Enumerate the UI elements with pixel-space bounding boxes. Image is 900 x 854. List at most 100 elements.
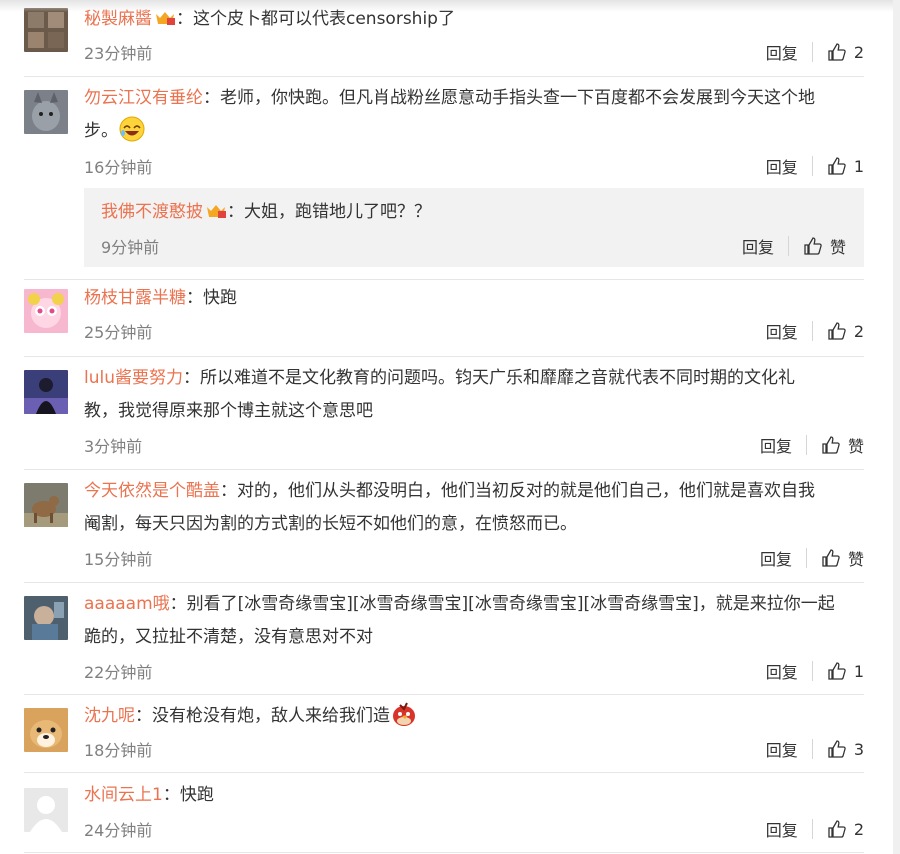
reply-button[interactable]: 回复: [766, 659, 798, 683]
like-count[interactable]: 2: [854, 820, 864, 839]
thumbs-up-icon[interactable]: [803, 236, 823, 256]
thumbs-up-icon[interactable]: [821, 435, 841, 455]
reply-button[interactable]: 回复: [742, 234, 774, 258]
comment-actions: 回复 1: [766, 659, 864, 683]
comment-time: 16分钟前: [84, 158, 153, 177]
thumbs-up-icon[interactable]: [827, 739, 847, 759]
comment-content: ：快跑: [162, 785, 214, 805]
comment-text: aaaaam哦：别看了[冰雪奇缘雪宝][冰雪奇缘雪宝][冰雪奇缘雪宝][冰雪奇缘…: [84, 588, 864, 654]
like-count[interactable]: 1: [854, 157, 864, 176]
username-link[interactable]: 杨枝甘露半糖: [84, 288, 186, 308]
comment-actions: 回复 2: [766, 40, 864, 64]
comment-actions: 回复 1: [766, 154, 864, 178]
username-link[interactable]: 勿云江汉有垂纶: [84, 88, 203, 108]
sub-reply-content: ：大姐，跑错地儿了吧？？: [227, 202, 431, 222]
thumbs-up-icon[interactable]: [827, 42, 847, 62]
laughing-face-emoji: [118, 116, 146, 154]
comment-actions: 回复 2: [766, 319, 864, 343]
username-link[interactable]: aaaaam哦: [84, 594, 170, 614]
avatar[interactable]: [24, 8, 68, 52]
comment-content-continued: 步。: [84, 121, 118, 141]
comment-time: 22分钟前: [84, 663, 153, 682]
sub-reply: 我佛不渡憨披 ：大姐，跑错地儿了吧？？ 9分钟前 回复 赞: [84, 188, 864, 267]
thumbs-up-icon[interactable]: [827, 156, 847, 176]
comment-text: 沈九呢：没有枪没有炮，敌人来给我们造: [84, 700, 864, 739]
comment-text: 勿云江汉有垂纶：老师，你快跑。但凡肖战粉丝愿意动手指头查一下百度都不会发展到今天…: [84, 82, 864, 154]
avatar[interactable]: [24, 370, 68, 414]
divider: [805, 548, 807, 568]
comment-time: 24分钟前: [84, 821, 153, 840]
comment-content-continued: 教，我觉得原来那个博主就这个意思吧: [84, 401, 373, 421]
comment-item: 沈九呢：没有枪没有炮，敌人来给我们造 18分钟前 回复 3: [24, 694, 864, 773]
reply-button[interactable]: 回复: [760, 433, 792, 457]
username-link[interactable]: 沈九呢: [84, 706, 135, 726]
username-link[interactable]: 秘製麻醬: [84, 9, 152, 29]
comment-actions: 回复 赞: [760, 546, 864, 570]
divider: [811, 739, 813, 759]
like-count[interactable]: 1: [854, 662, 864, 681]
avatar[interactable]: [24, 483, 68, 527]
avatar[interactable]: [24, 708, 68, 752]
reply-button[interactable]: 回复: [766, 40, 798, 64]
divider: [811, 819, 813, 839]
thumbs-up-icon[interactable]: [827, 819, 847, 839]
divider: [811, 156, 813, 176]
reply-button[interactable]: 回复: [766, 154, 798, 178]
like-count[interactable]: 2: [854, 43, 864, 62]
like-count[interactable]: 赞: [830, 234, 846, 258]
divider: [811, 42, 813, 62]
scrollbar[interactable]: [893, 0, 900, 854]
comment-content: ：老师，你快跑。但凡肖战粉丝愿意动手指头查一下百度都不会发展到今天这个地: [203, 88, 815, 108]
avatar[interactable]: [24, 788, 68, 832]
like-count[interactable]: 3: [854, 740, 864, 759]
comment-actions: 回复 赞: [760, 433, 864, 457]
comment-item: 杨枝甘露半糖：快跑 25分钟前 回复 2: [24, 279, 864, 357]
comment-time: 15分钟前: [84, 550, 153, 569]
username-link[interactable]: 今天依然是个酷盖: [84, 481, 220, 501]
divider: [805, 435, 807, 455]
comment-text: 今天依然是个酷盖：对的，他们从头都没明白，他们当初反对的就是他们自己，他们就是喜…: [84, 475, 864, 541]
sub-reply-text: 我佛不渡憨披 ：大姐，跑错地儿了吧？？: [101, 196, 431, 229]
thumbs-up-icon[interactable]: [821, 548, 841, 568]
username-link[interactable]: 我佛不渡憨披: [101, 202, 203, 222]
comment-time: 18分钟前: [84, 741, 153, 760]
avatar[interactable]: [24, 90, 68, 134]
comment-item: 今天依然是个酷盖：对的，他们从头都没明白，他们当初反对的就是他们自己，他们就是喜…: [24, 469, 864, 583]
comment-text: 水间云上1：快跑: [84, 779, 864, 812]
header-shadow: [0, 0, 893, 12]
comment-content: ：别看了[冰雪奇缘雪宝][冰雪奇缘雪宝][冰雪奇缘雪宝][冰雪奇缘雪宝]，就是来…: [169, 594, 835, 614]
divider: [811, 321, 813, 341]
comment-time: 25分钟前: [84, 323, 153, 342]
username-link[interactable]: lulu酱要努力: [84, 368, 183, 388]
comment-content: ：所以难道不是文化教育的问题吗。钧天广乐和靡靡之音就代表不同时期的文化礼: [183, 368, 795, 388]
reply-button[interactable]: 回复: [766, 817, 798, 841]
angry-bird-emoji: [390, 701, 418, 739]
sub-reply-time: 9分钟前: [101, 238, 160, 257]
comment-item: 水间云上1：快跑 24分钟前 回复 2: [24, 772, 864, 853]
comment-text: 杨枝甘露半糖：快跑: [84, 282, 864, 315]
divider: [811, 661, 813, 681]
reply-button[interactable]: 回复: [766, 319, 798, 343]
thumbs-up-icon[interactable]: [827, 661, 847, 681]
comment-content: ：没有枪没有炮，敌人来给我们造: [135, 706, 390, 726]
comment-time: 3分钟前: [84, 437, 143, 456]
vip-badge-icon: [205, 198, 227, 218]
comment-content: ：快跑: [186, 288, 237, 308]
comment-item: lulu酱要努力：所以难道不是文化教育的问题吗。钧天广乐和靡靡之音就代表不同时期…: [24, 356, 864, 470]
comment-actions: 回复 2: [766, 817, 864, 841]
comment-actions: 回复 3: [766, 737, 864, 761]
like-count[interactable]: 2: [854, 322, 864, 341]
reply-button[interactable]: 回复: [760, 546, 792, 570]
like-count[interactable]: 赞: [848, 433, 864, 457]
avatar[interactable]: [24, 596, 68, 640]
comment-time: 23分钟前: [84, 44, 153, 63]
thumbs-up-icon[interactable]: [827, 321, 847, 341]
avatar[interactable]: [24, 289, 68, 333]
like-count[interactable]: 赞: [848, 546, 864, 570]
reply-button[interactable]: 回复: [766, 737, 798, 761]
comment-content-continued: 跪的，又拉扯不清楚，没有意思对不对: [84, 627, 373, 647]
username-link[interactable]: 水间云上1: [84, 785, 163, 805]
comment-panel: 秘製麻醬 ：这个皮卜都可以代表censorship了 23分钟前 回复 2 勿云江…: [0, 0, 893, 854]
comment-text: lulu酱要努力：所以难道不是文化教育的问题吗。钧天广乐和靡靡之音就代表不同时期…: [84, 362, 864, 428]
comment-content: ：这个皮卜都可以代表censorship了: [176, 9, 455, 29]
